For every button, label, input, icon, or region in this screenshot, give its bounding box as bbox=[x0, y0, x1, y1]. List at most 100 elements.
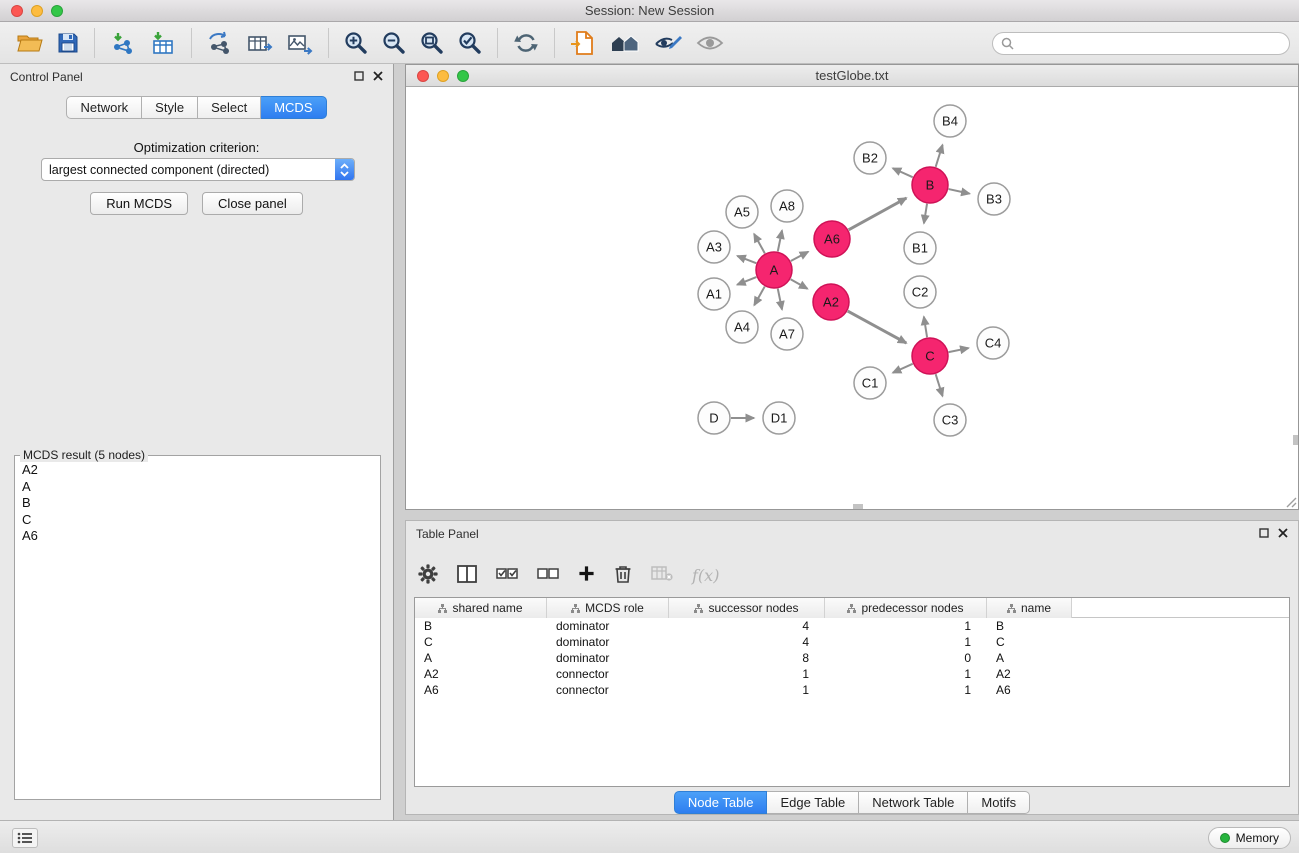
style-preview-button[interactable] bbox=[647, 24, 689, 62]
open-document-button[interactable] bbox=[563, 24, 603, 62]
graph-node-A5[interactable]: A5 bbox=[726, 196, 758, 228]
table-cell[interactable]: C bbox=[415, 634, 547, 650]
column-header-predecessor-nodes[interactable]: predecessor nodes bbox=[825, 598, 987, 618]
tab-edge-table[interactable]: Edge Table bbox=[767, 791, 859, 814]
zoom-selected-button[interactable] bbox=[451, 24, 489, 62]
tab-network[interactable]: Network bbox=[66, 96, 142, 119]
graph-edge[interactable] bbox=[778, 289, 782, 310]
tab-select[interactable]: Select bbox=[198, 96, 261, 119]
table-cell[interactable]: A2 bbox=[987, 666, 1072, 682]
memory-button[interactable]: Memory bbox=[1208, 827, 1291, 849]
table-row[interactable]: A6connector11A6 bbox=[415, 682, 1289, 698]
close-table-panel-icon[interactable] bbox=[1278, 528, 1288, 538]
table-cell[interactable]: 1 bbox=[825, 666, 987, 682]
network-window-titlebar[interactable]: testGlobe.txt bbox=[406, 65, 1298, 87]
minimize-network-window-button[interactable] bbox=[437, 70, 449, 82]
graph-node-A1[interactable]: A1 bbox=[698, 278, 730, 310]
graph-node-C3[interactable]: C3 bbox=[934, 404, 966, 436]
table-cell[interactable]: 0 bbox=[825, 650, 987, 666]
graph-edge[interactable] bbox=[754, 287, 764, 306]
tab-motifs[interactable]: Motifs bbox=[968, 791, 1030, 814]
graph-node-D[interactable]: D bbox=[698, 402, 730, 434]
close-network-window-button[interactable] bbox=[417, 70, 429, 82]
graph-node-B2[interactable]: B2 bbox=[854, 142, 886, 174]
table-cell[interactable]: connector bbox=[547, 682, 669, 698]
export-network-button[interactable] bbox=[200, 24, 240, 62]
graph-edge[interactable] bbox=[924, 317, 927, 338]
table-cell[interactable]: A bbox=[415, 650, 547, 666]
table-cell[interactable]: dominator bbox=[547, 650, 669, 666]
open-session-button[interactable] bbox=[10, 24, 50, 62]
graph-edge[interactable] bbox=[737, 256, 756, 263]
graph-node-C[interactable]: C bbox=[912, 338, 948, 374]
graph-edge[interactable] bbox=[778, 230, 782, 251]
graph-edge[interactable] bbox=[893, 364, 913, 373]
mcds-result-item[interactable]: A2 bbox=[17, 462, 378, 479]
import-network-from-file-button[interactable] bbox=[103, 24, 143, 62]
dropdown-stepper[interactable] bbox=[335, 158, 354, 181]
table-cell[interactable]: 1 bbox=[825, 682, 987, 698]
graph-node-A6[interactable]: A6 bbox=[814, 221, 850, 257]
graph-node-A8[interactable]: A8 bbox=[771, 190, 803, 222]
run-mcds-button[interactable]: Run MCDS bbox=[90, 192, 188, 215]
mcds-result-item[interactable]: C bbox=[17, 512, 378, 529]
graph-node-C2[interactable]: C2 bbox=[904, 276, 936, 308]
graph-edge[interactable] bbox=[936, 374, 943, 396]
zoom-window-button[interactable] bbox=[51, 5, 63, 17]
deselect-all-button[interactable] bbox=[537, 568, 559, 583]
tab-network-table[interactable]: Network Table bbox=[859, 791, 968, 814]
table-cell[interactable]: A bbox=[987, 650, 1072, 666]
graph-node-A7[interactable]: A7 bbox=[771, 318, 803, 350]
column-header-name[interactable]: name bbox=[987, 598, 1072, 618]
table-cell[interactable]: dominator bbox=[547, 634, 669, 650]
graph-edge[interactable] bbox=[949, 348, 969, 352]
float-table-panel-icon[interactable] bbox=[1259, 528, 1269, 538]
tab-style[interactable]: Style bbox=[142, 96, 198, 119]
show-columns-button[interactable] bbox=[457, 565, 477, 586]
zoom-in-button[interactable] bbox=[337, 24, 375, 62]
close-window-button[interactable] bbox=[11, 5, 23, 17]
zoom-fit-button[interactable] bbox=[413, 24, 451, 62]
table-cell[interactable]: B bbox=[987, 618, 1072, 634]
graph-node-C4[interactable]: C4 bbox=[977, 327, 1009, 359]
table-row[interactable]: A2connector11A2 bbox=[415, 666, 1289, 682]
tab-mcds[interactable]: MCDS bbox=[261, 96, 326, 119]
graph-edge[interactable] bbox=[737, 277, 756, 285]
graph-node-B4[interactable]: B4 bbox=[934, 105, 966, 137]
table-cell[interactable]: 8 bbox=[669, 650, 825, 666]
table-cell[interactable]: 4 bbox=[669, 618, 825, 634]
criterion-dropdown[interactable]: largest connected component (directed) bbox=[41, 158, 355, 181]
export-image-button[interactable] bbox=[280, 24, 320, 62]
network-canvas[interactable]: B4B2BB3A5A8A6B1A3AC2A1A2A4A7C4C1CC3DD1 bbox=[406, 87, 1298, 509]
column-header-shared-name[interactable]: shared name bbox=[415, 598, 547, 618]
table-cell[interactable]: connector bbox=[547, 666, 669, 682]
table-row[interactable]: Adominator80A bbox=[415, 650, 1289, 666]
home-button[interactable] bbox=[603, 24, 647, 62]
graph-node-C1[interactable]: C1 bbox=[854, 367, 886, 399]
minimize-window-button[interactable] bbox=[31, 5, 43, 17]
graph-edge[interactable] bbox=[949, 189, 970, 194]
export-table-button[interactable] bbox=[240, 24, 280, 62]
horizontal-scroll-indicator[interactable] bbox=[853, 504, 863, 509]
save-session-button[interactable] bbox=[50, 24, 86, 62]
close-panel-icon[interactable] bbox=[373, 71, 383, 81]
refresh-button[interactable] bbox=[506, 24, 546, 62]
table-cell[interactable]: B bbox=[415, 618, 547, 634]
table-cell[interactable]: A2 bbox=[415, 666, 547, 682]
graph-node-D1[interactable]: D1 bbox=[763, 402, 795, 434]
network-graph[interactable]: B4B2BB3A5A8A6B1A3AC2A1A2A4A7C4C1CC3DD1 bbox=[406, 87, 1298, 509]
table-cell[interactable]: 4 bbox=[669, 634, 825, 650]
table-cell[interactable]: 1 bbox=[825, 634, 987, 650]
delete-table-button[interactable] bbox=[651, 566, 673, 585]
graph-edge[interactable] bbox=[791, 279, 808, 288]
table-cell[interactable]: 1 bbox=[825, 618, 987, 634]
vertical-scroll-indicator[interactable] bbox=[1293, 435, 1298, 445]
add-column-button[interactable] bbox=[578, 565, 595, 585]
graph-edge[interactable] bbox=[936, 145, 943, 167]
search-box[interactable] bbox=[992, 32, 1290, 55]
graph-edge[interactable] bbox=[754, 234, 765, 253]
task-history-button[interactable] bbox=[12, 828, 38, 848]
graph-edge[interactable] bbox=[924, 204, 927, 224]
graph-node-A[interactable]: A bbox=[756, 252, 792, 288]
graph-node-B[interactable]: B bbox=[912, 167, 948, 203]
